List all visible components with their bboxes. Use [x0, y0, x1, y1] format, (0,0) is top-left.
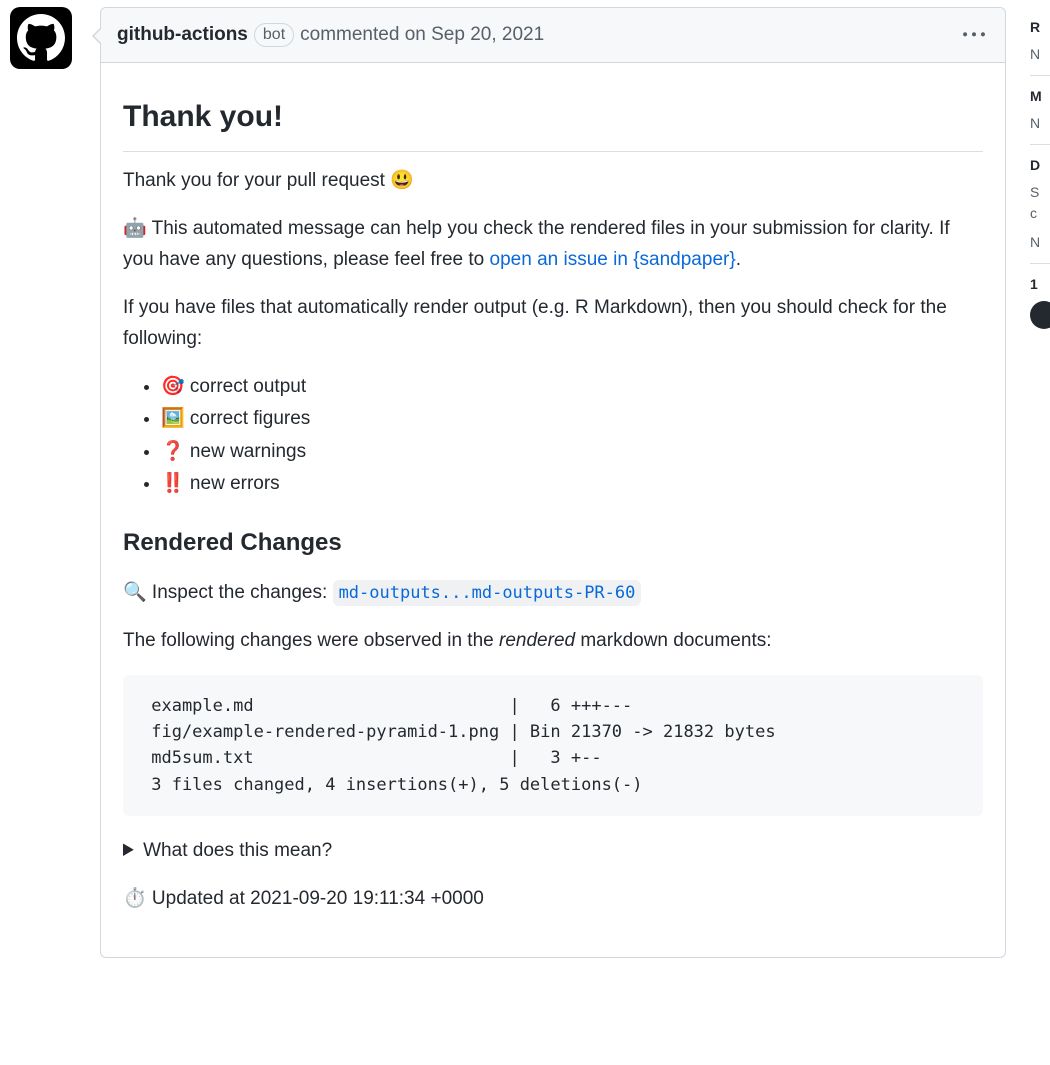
diff-block: example.md | 6 +++--- fig/example-render…	[123, 675, 983, 816]
check-list: 🎯 correct output 🖼️ correct figures ❓ ne…	[123, 372, 983, 500]
body-title: Thank you!	[123, 93, 983, 152]
author-link[interactable]: github-actions	[117, 21, 248, 50]
observed-line: The following changes were observed in t…	[123, 626, 983, 656]
inspect-link[interactable]: md-outputs...md-outputs-PR-60	[333, 580, 642, 606]
list-item: ❓ new warnings	[161, 437, 983, 467]
comment-header: github-actions bot commented on Sep 20, …	[101, 8, 1005, 63]
sidebar-value: N	[1030, 113, 1050, 134]
sidebar-value: N	[1030, 44, 1050, 65]
sidebar-heading: 1	[1030, 274, 1050, 295]
timestamp[interactable]: on Sep 20, 2021	[405, 24, 544, 45]
avatar[interactable]	[10, 7, 72, 69]
auto-message: 🤖 This automated message can help you ch…	[123, 214, 983, 275]
sidebar-heading: R	[1030, 17, 1050, 38]
comment: github-actions bot commented on Sep 20, …	[100, 7, 1006, 958]
sidebar-value: S c	[1030, 182, 1050, 224]
details-summary[interactable]: What does this mean?	[123, 836, 983, 866]
kebab-menu-button[interactable]	[959, 20, 989, 50]
list-item: 🖼️ correct figures	[161, 404, 983, 434]
participant-avatar[interactable]	[1030, 301, 1050, 329]
sidebar: R N M N D S c N 1	[1030, 7, 1050, 339]
github-icon	[17, 14, 65, 62]
sidebar-value: N	[1030, 232, 1050, 253]
details-disclosure[interactable]: What does this mean?	[123, 836, 983, 866]
intro-text: Thank you for your pull request 😃	[123, 166, 983, 196]
comment-body: Thank you! Thank you for your pull reque…	[101, 63, 1005, 957]
inspect-line: 🔍 Inspect the changes: md-outputs...md-o…	[123, 578, 983, 608]
open-issue-link[interactable]: open an issue in {sandpaper}	[490, 249, 736, 270]
commented-text: commented on Sep 20, 2021	[300, 21, 544, 50]
updated-line: ⏱️ Updated at 2021-09-20 19:11:34 +0000	[123, 884, 983, 914]
sidebar-heading: M	[1030, 86, 1050, 107]
sidebar-heading: D	[1030, 155, 1050, 176]
list-item: ‼️ new errors	[161, 469, 983, 499]
bot-badge: bot	[254, 23, 294, 47]
render-note: If you have files that automatically ren…	[123, 293, 983, 354]
rendered-heading: Rendered Changes	[123, 524, 983, 562]
kebab-icon	[963, 24, 985, 46]
list-item: 🎯 correct output	[161, 372, 983, 402]
